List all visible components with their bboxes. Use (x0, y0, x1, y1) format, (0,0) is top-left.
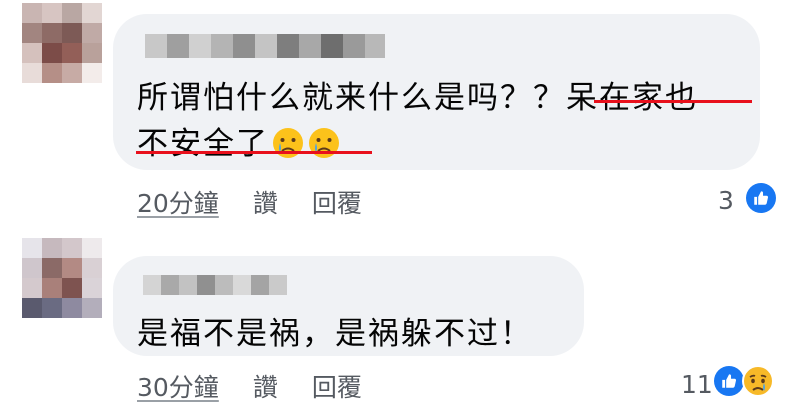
comment-bubble: 是福不是祸，是祸躲不过！ (113, 256, 584, 356)
reply-button[interactable]: 回覆 (312, 368, 362, 404)
comment-actions: 20分鐘 讚 回覆 (137, 184, 396, 220)
thumbs-up-icon (754, 191, 769, 205)
commenter-name[interactable] (143, 275, 287, 295)
comment-actions: 30分鐘 讚 回覆 (137, 368, 396, 404)
like-icon[interactable] (714, 366, 744, 396)
comment-text-line-2-text: 不安全了 (137, 126, 269, 162)
comment-text-line-1: 所谓怕什么就来什么是吗？？呆在家也 (137, 80, 698, 116)
reaction-count[interactable]: 11 (681, 370, 713, 399)
timestamp-link[interactable]: 20分鐘 (137, 184, 219, 220)
thumbs-up-icon (722, 374, 737, 388)
avatar[interactable] (22, 238, 102, 318)
timestamp-link[interactable]: 30分鐘 (137, 368, 219, 404)
like-button[interactable]: 讚 (253, 184, 278, 220)
crying-face-icon (309, 128, 339, 158)
reaction-count[interactable]: 3 (718, 186, 734, 215)
highlight-underline-2 (136, 151, 372, 154)
sad-face-icon[interactable] (742, 365, 774, 397)
avatar[interactable] (22, 3, 102, 83)
highlight-underline-1 (594, 100, 752, 103)
comment-bubble: 所谓怕什么就来什么是吗？？呆在家也 不安全了 (113, 14, 760, 170)
reply-button[interactable]: 回覆 (312, 184, 362, 220)
commenter-name[interactable] (145, 34, 385, 58)
like-icon[interactable] (746, 183, 776, 213)
crying-face-icon (273, 128, 303, 158)
comment-text-line-2: 不安全了 (137, 118, 341, 163)
comment-text-line-1: 是福不是祸，是祸躲不过！ (137, 316, 533, 352)
like-button[interactable]: 讚 (253, 368, 278, 404)
